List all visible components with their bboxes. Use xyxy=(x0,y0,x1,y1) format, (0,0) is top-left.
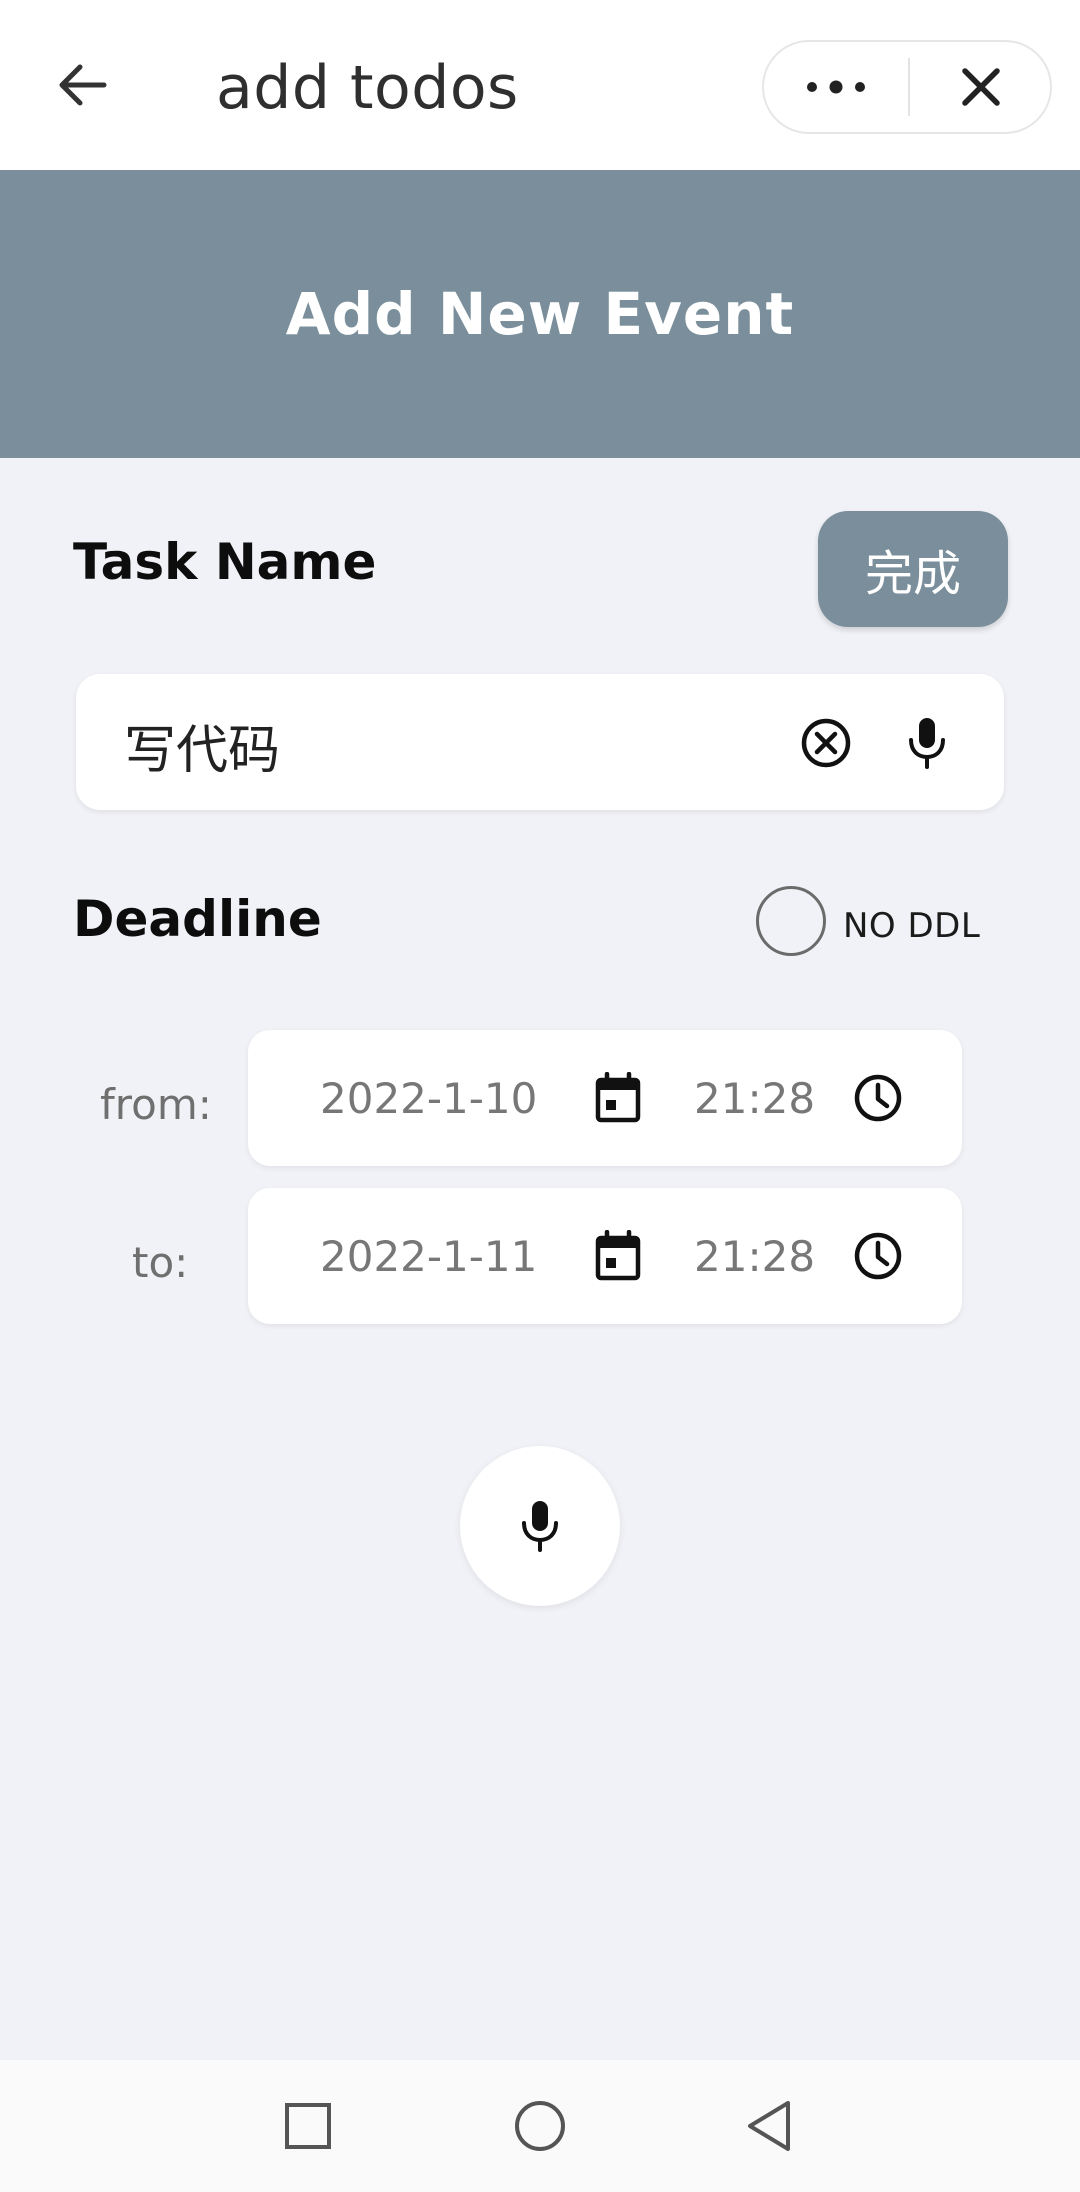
clock-icon xyxy=(854,1074,902,1122)
done-button[interactable]: 完成 xyxy=(818,511,1008,627)
calendar-icon xyxy=(595,1072,641,1123)
system-nav-bar xyxy=(0,2060,1080,2192)
clear-button[interactable] xyxy=(795,712,857,774)
close-button[interactable] xyxy=(910,42,1052,132)
to-date-card: 2022-1-11 21:28 xyxy=(248,1188,962,1324)
page-title: add todos xyxy=(216,53,519,123)
banner-title: Add New Event xyxy=(285,280,795,348)
from-label: from: xyxy=(100,1080,212,1129)
more-button[interactable] xyxy=(764,42,908,132)
arrow-left-icon xyxy=(59,64,107,106)
voice-input-button[interactable] xyxy=(460,1446,620,1606)
microphone-icon xyxy=(522,1501,558,1552)
back-button[interactable] xyxy=(42,45,122,125)
from-date-card: 2022-1-10 21:28 xyxy=(248,1030,962,1166)
square-recents-icon xyxy=(285,2103,331,2149)
from-date-value[interactable]: 2022-1-10 xyxy=(320,1074,537,1123)
more-dots-icon xyxy=(807,80,865,94)
nav-back-button[interactable] xyxy=(730,2086,810,2166)
to-date-value[interactable]: 2022-1-11 xyxy=(320,1232,537,1281)
microphone-icon xyxy=(909,718,945,769)
to-time-value[interactable]: 21:28 xyxy=(694,1232,815,1281)
close-icon xyxy=(962,68,1000,106)
no-ddl-label[interactable]: NO DDL xyxy=(843,906,980,946)
mini-program-capsule xyxy=(762,40,1052,134)
to-label: to: xyxy=(132,1238,189,1287)
task-name-input[interactable]: 写代码 xyxy=(124,708,280,783)
deadline-label: Deadline xyxy=(73,890,322,948)
circle-home-icon xyxy=(515,2101,565,2151)
no-ddl-radio[interactable] xyxy=(756,886,826,956)
app-top-bar: add todos xyxy=(0,0,1080,170)
from-date-picker-button[interactable] xyxy=(588,1068,648,1128)
triangle-back-icon xyxy=(748,2101,790,2151)
clock-icon xyxy=(854,1232,902,1280)
task-name-label: Task Name xyxy=(73,533,377,591)
recents-button[interactable] xyxy=(268,2086,348,2166)
from-time-value[interactable]: 21:28 xyxy=(694,1074,815,1123)
header-banner: Add New Event xyxy=(0,170,1080,458)
to-time-picker-button[interactable] xyxy=(848,1226,908,1286)
clear-circle-icon xyxy=(801,718,851,768)
to-date-picker-button[interactable] xyxy=(588,1226,648,1286)
task-mic-button[interactable] xyxy=(896,712,958,774)
home-button[interactable] xyxy=(500,2086,580,2166)
task-name-field[interactable]: 写代码 xyxy=(76,674,1004,810)
from-time-picker-button[interactable] xyxy=(848,1068,908,1128)
calendar-icon xyxy=(595,1230,641,1281)
